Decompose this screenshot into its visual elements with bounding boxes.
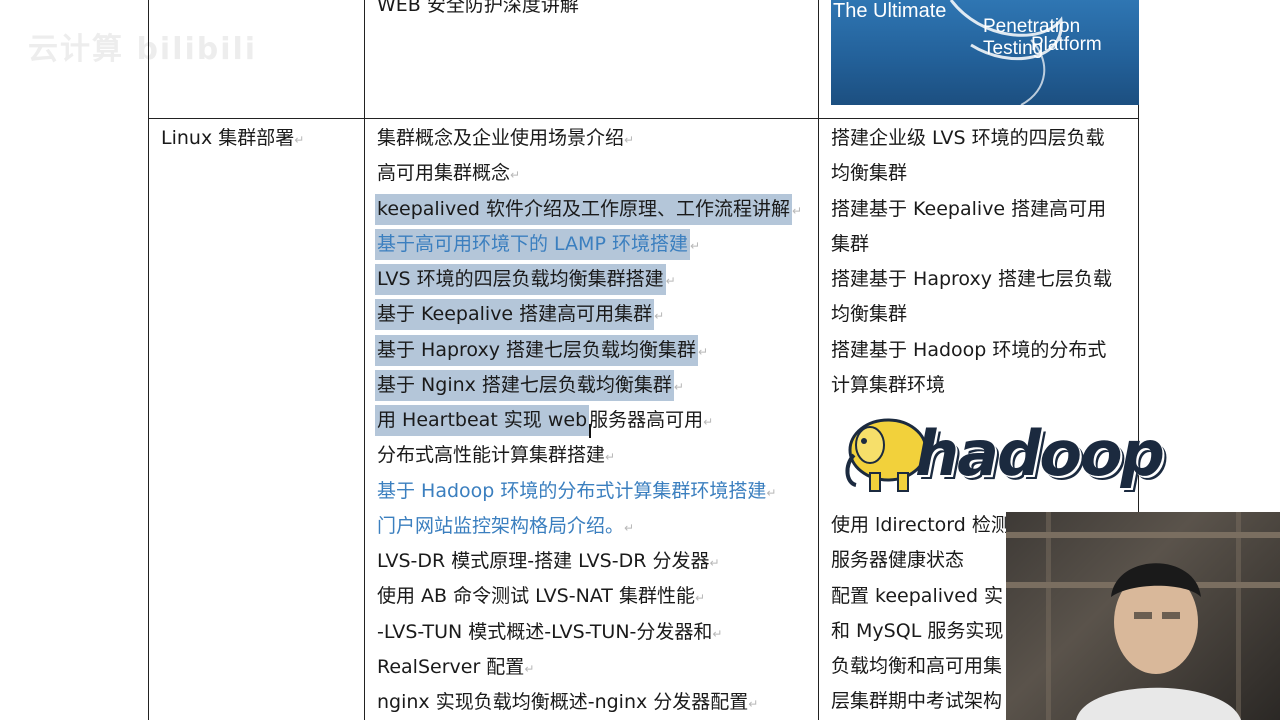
topic-item: 基于 Keepalive 搭建高可用集群 ↵ xyxy=(375,299,664,331)
topic-item: 基于 Haproxy 搭建七层负载均衡集群 ↵ xyxy=(375,334,708,366)
hadoop-logo-text: hadoop xyxy=(915,417,1165,490)
project-line: 集群 xyxy=(831,232,870,255)
project-line: 负载均衡和高可用集 xyxy=(831,655,1003,677)
prev-row-course-text: WEB 安全防护深度讲解 xyxy=(377,0,579,16)
topic-text: 基于高可用环境下的 LAMP 环境搭建 xyxy=(375,228,690,260)
topic-item: 集群概念及企业使用场景介绍↵ xyxy=(377,127,635,149)
topic-item: 基于 Nginx 搭建七层负载均衡集群 ↵ xyxy=(375,369,684,401)
topic-text: LVS 环境的四层负载均衡集群搭建 xyxy=(375,264,666,295)
topic-item: 用 Heartbeat 实现 web 服务器高可用↵ xyxy=(375,405,713,436)
kali-title-line1: The Ultimate xyxy=(833,0,947,22)
topic-item: 基于高可用环境下的 LAMP 环境搭建 ↵ xyxy=(375,228,700,260)
topic-text: keepalived 软件介绍及工作原理、工作流程讲解 xyxy=(375,193,793,225)
topic-item: -LVS-TUN 模式概述-LVS-TUN-分发器和↵ xyxy=(377,620,723,643)
topic-text: 使用 AB 命令测试 LVS-NAT 集群性能 xyxy=(377,585,695,608)
project-line: 搭建企业级 LVS 环境的四层负载 xyxy=(831,127,1105,149)
topic-text: 基于 Haproxy 搭建七层负载均衡集群 xyxy=(375,334,698,366)
topic-item: 高可用集群概念↵ xyxy=(377,162,521,185)
category-cell: Linux 集群部署↵ xyxy=(161,127,305,149)
topic-text: 集群概念及企业使用场景介绍 xyxy=(377,127,625,149)
topic-item: RealServer 配置↵ xyxy=(377,655,535,678)
topic-text: 分布式高性能计算集群搭建 xyxy=(377,444,606,467)
hadoop-logo: hadoop xyxy=(840,405,1165,500)
project-line: 均衡集群 xyxy=(831,303,908,326)
topic-text: LVS-DR 模式原理-搭建 LVS-DR 分发器 xyxy=(377,550,710,572)
topic-text: -LVS-TUN 模式概述-LVS-TUN-分发器和 xyxy=(377,620,713,643)
presenter-silhouette xyxy=(1076,563,1241,720)
topic-item: nginx 实现负载均衡概述-nginx 分发器配置↵ xyxy=(377,691,759,713)
topic-item: 分布式高性能计算集群搭建↵ xyxy=(377,444,616,467)
topic-text: 基于 Nginx 搭建七层负载均衡集群 xyxy=(375,369,674,401)
table-border-col3 xyxy=(818,0,819,720)
category-label: Linux 集群部署 xyxy=(161,127,295,149)
topic-text: 门户网站监控架构格局介绍。 xyxy=(377,514,625,537)
topic-text: 基于 Hadoop 环境的分布式计算集群环境搭建 xyxy=(377,479,767,502)
project-line: 均衡集群 xyxy=(831,162,908,185)
table-border-col2 xyxy=(364,0,365,720)
webcam-overlay xyxy=(1006,512,1280,720)
kali-linux-image: The Ultimate Penetration Testing Platfor… xyxy=(831,0,1139,105)
project-line: 搭建基于 Haproxy 搭建七层负载 xyxy=(831,268,1112,290)
text-cursor xyxy=(589,424,591,438)
project-line: 计算集群环境 xyxy=(831,373,946,396)
topic-text-highlighted: 用 Heartbeat 实现 web xyxy=(375,405,590,436)
topic-item: 门户网站监控架构格局介绍。↵ xyxy=(377,514,635,537)
topic-item: 使用 AB 命令测试 LVS-NAT 集群性能↵ xyxy=(377,585,706,608)
project-line: 使用 ldirectord 检测 xyxy=(831,514,1010,536)
topic-item: LVS 环境的四层负载均衡集群搭建 ↵ xyxy=(375,264,676,295)
topic-item: 基于 Hadoop 环境的分布式计算集群环境搭建↵ xyxy=(377,479,777,502)
topic-text: 基于 Keepalive 搭建高可用集群 xyxy=(375,299,655,331)
project-line: 服务器健康状态 xyxy=(831,549,965,572)
project-line: 层集群期中考试架构 xyxy=(831,690,1003,713)
project-line: 搭建基于 Keepalive 搭建高可用 xyxy=(831,197,1107,220)
table-row-divider xyxy=(148,118,1139,119)
topic-text: nginx 实现负载均衡概述-nginx 分发器配置 xyxy=(377,691,749,713)
project-line: 搭建基于 Hadoop 环境的分布式 xyxy=(831,338,1107,361)
project-line: 配置 keepalived 实 xyxy=(831,584,1004,607)
topic-item: LVS-DR 模式原理-搭建 LVS-DR 分发器↵ xyxy=(377,550,720,572)
topic-text: 高可用集群概念 xyxy=(377,162,511,185)
topic-text: RealServer 配置 xyxy=(377,655,525,678)
kali-title-line3: Platform xyxy=(1031,34,1102,55)
topic-item: keepalived 软件介绍及工作原理、工作流程讲解 ↵ xyxy=(375,193,802,225)
topic-text: 服务器高可用 xyxy=(589,409,704,431)
table-border-left xyxy=(148,0,149,720)
project-line: 和 MySQL 服务实现 xyxy=(831,619,1004,642)
